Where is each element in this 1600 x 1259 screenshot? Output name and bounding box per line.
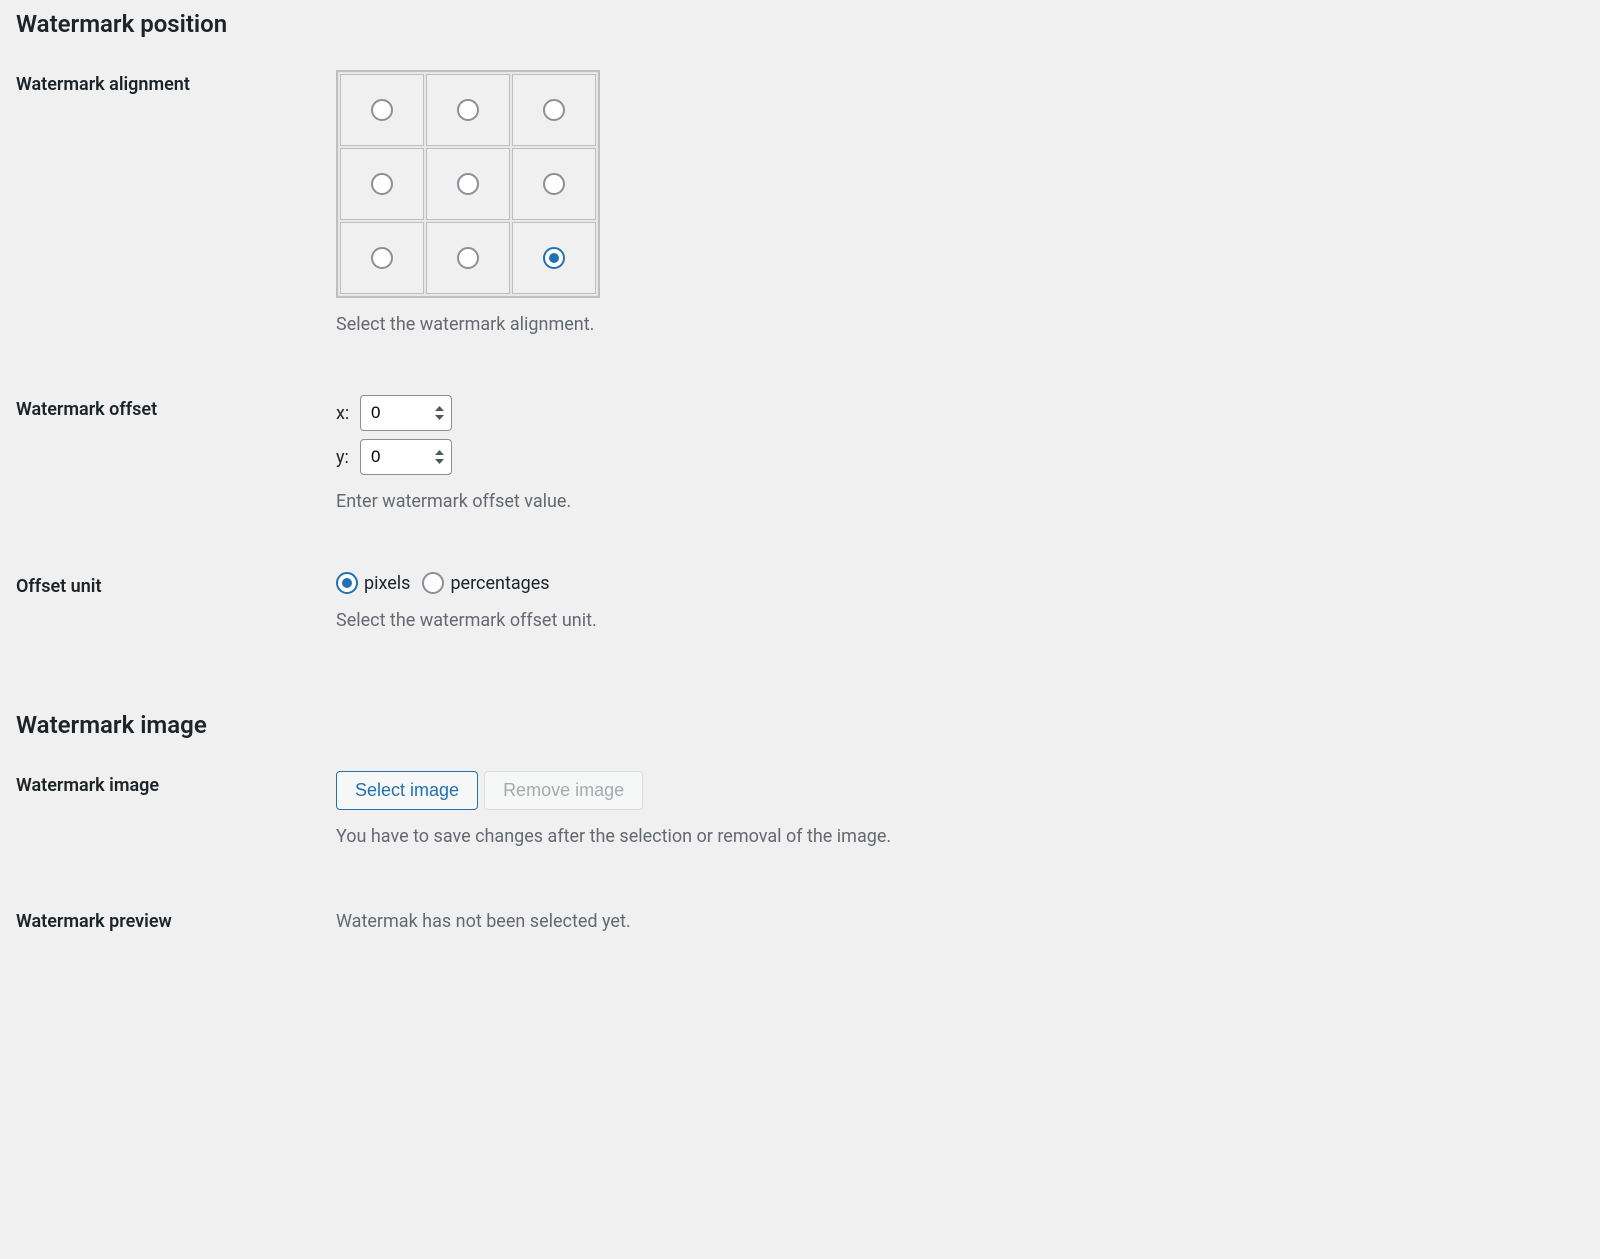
label-offset-unit: Offset unit [16,572,336,597]
alignment-bottom-center[interactable] [426,222,510,294]
select-image-button[interactable]: Select image [336,771,478,810]
offset-y-label: y: [336,447,360,468]
section-heading-image: Watermark image [16,711,1584,739]
alignment-middle-left[interactable] [340,148,424,220]
unit-description: Select the watermark offset unit. [336,610,1584,631]
alignment-top-left[interactable] [340,74,424,146]
alignment-grid [336,70,600,298]
offset-unit-group: pixels percentages [336,572,1584,594]
offset-unit-percentages[interactable]: percentages [422,572,549,594]
label-watermark-preview: Watermark preview [16,907,336,932]
remove-image-button[interactable]: Remove image [484,771,643,810]
alignment-middle-right[interactable] [512,148,596,220]
offset-y-input[interactable] [360,439,452,475]
label-watermark-alignment: Watermark alignment [16,70,336,95]
offset-unit-percentages-label: percentages [450,573,549,594]
alignment-top-right[interactable] [512,74,596,146]
alignment-top-center[interactable] [426,74,510,146]
preview-message: Watermak has not been selected yet. [336,911,1584,932]
offset-x-label: x: [336,403,360,424]
offset-unit-pixels-label: pixels [364,573,410,594]
label-watermark-offset: Watermark offset [16,395,336,420]
alignment-description: Select the watermark alignment. [336,314,1584,335]
image-description: You have to save changes after the selec… [336,826,1584,847]
section-heading-position: Watermark position [16,10,1584,38]
offset-description: Enter watermark offset value. [336,491,1584,512]
alignment-bottom-right[interactable] [512,222,596,294]
offset-x-input[interactable] [360,395,452,431]
label-watermark-image: Watermark image [16,771,336,796]
alignment-middle-center[interactable] [426,148,510,220]
alignment-bottom-left[interactable] [340,222,424,294]
offset-unit-pixels[interactable]: pixels [336,572,410,594]
